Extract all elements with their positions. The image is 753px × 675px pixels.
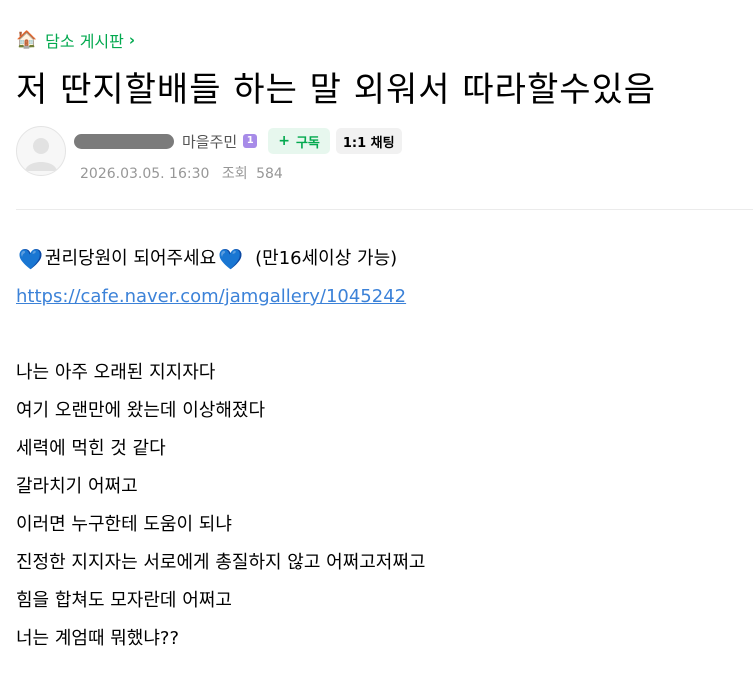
chat-button[interactable]: 1:1 채팅 <box>335 128 402 154</box>
subscribe-label: 구독 <box>295 135 320 151</box>
subscribe-button[interactable]: + 구독 <box>268 128 330 154</box>
default-profile-icon <box>25 138 57 171</box>
post-content: 💙 권리당원이 되어주세요 💙 (만16세이상 가능) https://cafe… <box>16 240 746 658</box>
promo-note: (만16세이상 가능) <box>255 248 398 269</box>
content-line: 진정한 지지자는 서로에게 총질하지 않고 어쩌고저쩌고 <box>16 552 426 573</box>
board-name: 담소 게시판 <box>45 32 124 51</box>
author-name-redacted[interactable] <box>74 133 174 149</box>
views-count: 584 <box>256 166 283 182</box>
member-grade: 마을주민 <box>182 132 238 151</box>
plus-icon: + <box>278 133 290 149</box>
blue-heart-icon: 💙 <box>18 247 43 271</box>
post-meta: 2026.03.05. 16:30 조회 584 <box>80 163 283 183</box>
board-breadcrumb[interactable]: 🏠 담소 게시판 › <box>16 28 135 52</box>
level-badge: 1 <box>243 134 258 148</box>
content-line: 너는 계엄때 뭐했냐?? <box>16 628 180 649</box>
blue-heart-icon: 💙 <box>218 247 244 271</box>
promo-text: 권리당원이 되어주세요 <box>44 248 217 269</box>
promo-line: 💙 권리당원이 되어주세요 💙 (만16세이상 가능) <box>16 240 746 278</box>
content-line: 갈라치기 어쩌고 <box>16 476 138 497</box>
views-label: 조회 <box>221 166 248 182</box>
post-date: 2026.03.05. 16:30 <box>80 166 210 182</box>
content-line: 이러면 누구한테 도움이 되냐 <box>16 514 232 535</box>
post-link[interactable]: https://cafe.naver.com/jamgallery/104524… <box>16 278 746 316</box>
house-icon: 🏠 <box>16 29 38 50</box>
avatar[interactable] <box>16 126 66 176</box>
content-line: 나는 아주 오래된 지지자다 <box>16 362 216 383</box>
content-line: 여기 오랜만에 왔는데 이상해졌다 <box>16 400 266 421</box>
post-page: 🏠 담소 게시판 › 저 딴지할배들 하는 말 외워서 따라할수있음 마을주민 … <box>0 0 753 675</box>
author-row: 마을주민 1 + 구독 1:1 채팅 <box>74 128 402 154</box>
chevron-right-icon: › <box>128 31 136 49</box>
post-title: 저 딴지할배들 하는 말 외워서 따라할수있음 <box>16 70 657 110</box>
content-line: 힘을 합쳐도 모자란데 어쩌고 <box>16 590 232 611</box>
divider <box>16 209 753 210</box>
content-line: 세력에 먹힌 것 같다 <box>16 438 166 459</box>
